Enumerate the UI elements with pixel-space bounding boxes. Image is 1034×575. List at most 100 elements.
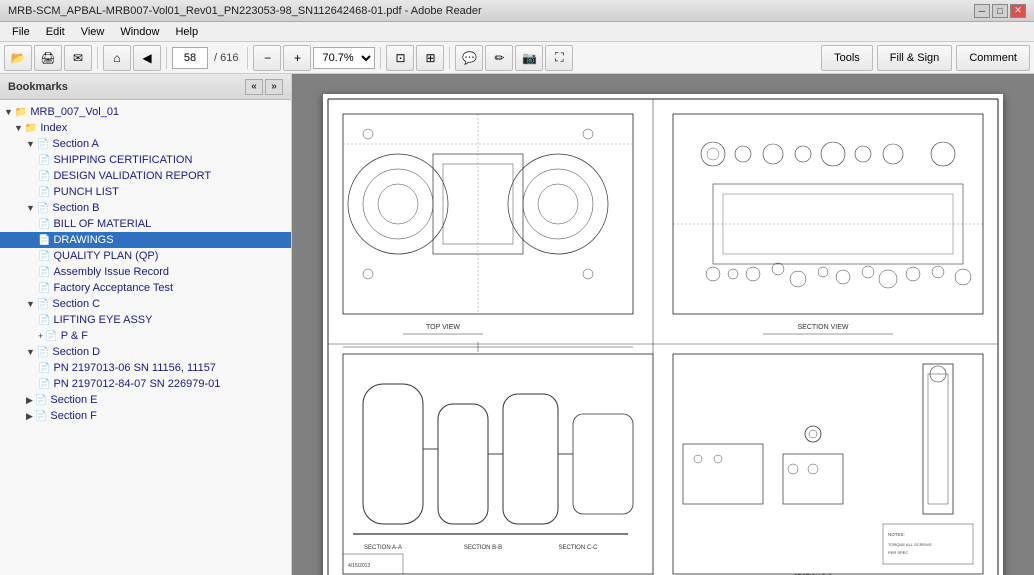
back-button[interactable]: ◀ <box>133 45 161 71</box>
expand-icon-sectionC[interactable]: ▼ <box>26 299 35 309</box>
window-title: MRB-SCM_APBAL-MRB007-Vol01_Rev01_PN22305… <box>8 5 974 17</box>
pdf-page: TOP VIEW <box>323 94 1003 575</box>
toolbar-right: Tools Fill & Sign Comment <box>821 45 1030 71</box>
toolbar-separator-5 <box>449 47 450 69</box>
page-icon-pn2: 📄 <box>38 379 50 390</box>
folder-icon-sectionE: 📄 <box>35 395 47 406</box>
bookmark-label-assembly: Assembly Issue Record <box>53 266 169 278</box>
page-icon-factory: 📄 <box>38 283 50 294</box>
expand-icon-index[interactable]: ▼ <box>14 123 23 133</box>
page-icon-bom: 📄 <box>38 219 50 230</box>
bookmark-sectionD[interactable]: ▼ 📄 Section D <box>0 344 291 360</box>
svg-text:SECTION A-A: SECTION A-A <box>364 545 402 551</box>
home-button[interactable]: ⌂ <box>103 45 131 71</box>
bookmark-shipping[interactable]: 📄 SHIPPING CERTIFICATION <box>0 152 291 168</box>
bookmark-pf[interactable]: + 📄 P & F <box>0 328 291 344</box>
bookmark-sectionA[interactable]: ▼ 📄 Section A <box>0 136 291 152</box>
bookmark-sectionE[interactable]: ▶ 📄 Section E <box>0 392 291 408</box>
panel-expand-button[interactable]: » <box>265 79 283 95</box>
bookmark-pn2[interactable]: 📄 PN 2197012-84-07 SN 226979-01 <box>0 376 291 392</box>
bookmark-label-sectionC: Section C <box>52 298 100 310</box>
total-pages: / 616 <box>210 52 242 64</box>
toolbar-separator-2 <box>166 47 167 69</box>
fullscreen-button[interactable]: ⛶ <box>545 45 573 71</box>
bookmark-label-factory: Factory Acceptance Test <box>53 282 173 294</box>
bookmark-sectionB[interactable]: ▼ 📄 Section B <box>0 200 291 216</box>
page-icon-assembly: 📄 <box>38 267 50 278</box>
folder-icon-sectionF: 📄 <box>35 411 47 422</box>
menu-window[interactable]: Window <box>112 24 167 40</box>
bookmark-label-sectionE: Section E <box>50 394 97 406</box>
bookmark-label-shipping: SHIPPING CERTIFICATION <box>53 154 192 166</box>
bookmark-label-pf: P & F <box>61 330 88 342</box>
expand-icon-pf[interactable]: + <box>38 331 43 341</box>
fill-sign-button[interactable]: Fill & Sign <box>877 45 953 71</box>
bookmark-label-lifting: LIFTING EYE ASSY <box>53 314 152 326</box>
bookmark-design[interactable]: 📄 DESIGN VALIDATION REPORT <box>0 168 291 184</box>
panel-controls: « » <box>245 79 283 95</box>
folder-icon-sectionD: 📄 <box>37 347 49 358</box>
bookmark-sectionF[interactable]: ▶ 📄 Section F <box>0 408 291 424</box>
menu-help[interactable]: Help <box>167 24 206 40</box>
comment-button[interactable]: 💬 <box>455 45 483 71</box>
zoom-select[interactable]: 70.7% 50% 75% 100% 125% 150% <box>313 47 375 69</box>
bookmark-lifting[interactable]: 📄 LIFTING EYE ASSY <box>0 312 291 328</box>
svg-text:SECTION VIEW: SECTION VIEW <box>798 324 849 331</box>
bookmarks-title: Bookmarks <box>8 81 68 93</box>
expand-icon-sectionF[interactable]: ▶ <box>26 411 33 422</box>
snapshot-button[interactable]: 📷 <box>515 45 543 71</box>
expand-icon-sectionA[interactable]: ▼ <box>26 139 35 149</box>
fit-width-button[interactable]: ⊞ <box>416 45 444 71</box>
bookmark-mrb007[interactable]: ▼ 📁 MRB_007_Vol_01 <box>0 104 291 120</box>
bookmark-punch[interactable]: 📄 PUNCH LIST <box>0 184 291 200</box>
markup-button[interactable]: ✏ <box>485 45 513 71</box>
close-button[interactable]: ✕ <box>1010 4 1026 18</box>
zoom-in-button[interactable]: + <box>283 45 311 71</box>
menu-bar: File Edit View Window Help <box>0 22 1034 42</box>
fit-page-button[interactable]: ⊡ <box>386 45 414 71</box>
bookmark-label-design: DESIGN VALIDATION REPORT <box>53 170 211 182</box>
bookmark-label-sectionD: Section D <box>52 346 100 358</box>
page-number-input[interactable] <box>172 47 208 69</box>
pdf-view-area[interactable]: TOP VIEW <box>292 74 1034 575</box>
comment-panel-button[interactable]: Comment <box>956 45 1030 71</box>
minimize-button[interactable]: ─ <box>974 4 990 18</box>
menu-edit[interactable]: Edit <box>38 24 73 40</box>
bookmark-label-index: Index <box>40 122 67 134</box>
page-icon-pn1: 📄 <box>38 363 50 374</box>
bookmark-label-sectionA: Section A <box>52 138 98 150</box>
maximize-button[interactable]: □ <box>992 4 1008 18</box>
page-icon-drawings: 📄 <box>38 235 50 246</box>
expand-icon-mrb007[interactable]: ▼ <box>4 107 13 117</box>
folder-icon-sectionC: 📄 <box>37 299 49 310</box>
page-icon-design: 📄 <box>38 171 50 182</box>
panel-collapse-button[interactable]: « <box>245 79 263 95</box>
email-button[interactable]: ✉ <box>64 45 92 71</box>
expand-icon-sectionD[interactable]: ▼ <box>26 347 35 357</box>
bookmark-label-pn1: PN 2197013-06 SN 11156, 11157 <box>53 362 215 374</box>
expand-icon-sectionB[interactable]: ▼ <box>26 203 35 213</box>
bookmarks-panel: Bookmarks « » ▼ 📁 MRB_007_Vol_01 ▼ 📁 Ind… <box>0 74 292 575</box>
open-button[interactable]: 📂 <box>4 45 32 71</box>
bookmark-label-sectionF: Section F <box>50 410 96 422</box>
bookmark-bom[interactable]: 📄 BILL OF MATERIAL <box>0 216 291 232</box>
bookmark-label-punch: PUNCH LIST <box>53 186 118 198</box>
bookmark-label-quality: QUALITY PLAN (QP) <box>53 250 158 262</box>
menu-view[interactable]: View <box>73 24 113 40</box>
bookmark-pn1[interactable]: 📄 PN 2197013-06 SN 11156, 11157 <box>0 360 291 376</box>
zoom-out-button[interactable]: − <box>253 45 281 71</box>
page-icon-lifting: 📄 <box>38 315 50 326</box>
menu-file[interactable]: File <box>4 24 38 40</box>
title-bar: MRB-SCM_APBAL-MRB007-Vol01_Rev01_PN22305… <box>0 0 1034 22</box>
bookmark-factory[interactable]: 📄 Factory Acceptance Test <box>0 280 291 296</box>
tools-button[interactable]: Tools <box>821 45 873 71</box>
expand-icon-sectionE[interactable]: ▶ <box>26 395 33 406</box>
print-button[interactable]: 🖨 <box>34 45 62 71</box>
bookmark-label-sectionB: Section B <box>52 202 99 214</box>
bookmark-drawings[interactable]: 📄 DRAWINGS <box>0 232 291 248</box>
bookmark-assembly[interactable]: 📄 Assembly Issue Record <box>0 264 291 280</box>
bookmark-quality[interactable]: 📄 QUALITY PLAN (QP) <box>0 248 291 264</box>
bookmark-index[interactable]: ▼ 📁 Index <box>0 120 291 136</box>
bookmark-sectionC[interactable]: ▼ 📄 Section C <box>0 296 291 312</box>
page-icon-pf: 📄 <box>45 331 57 342</box>
